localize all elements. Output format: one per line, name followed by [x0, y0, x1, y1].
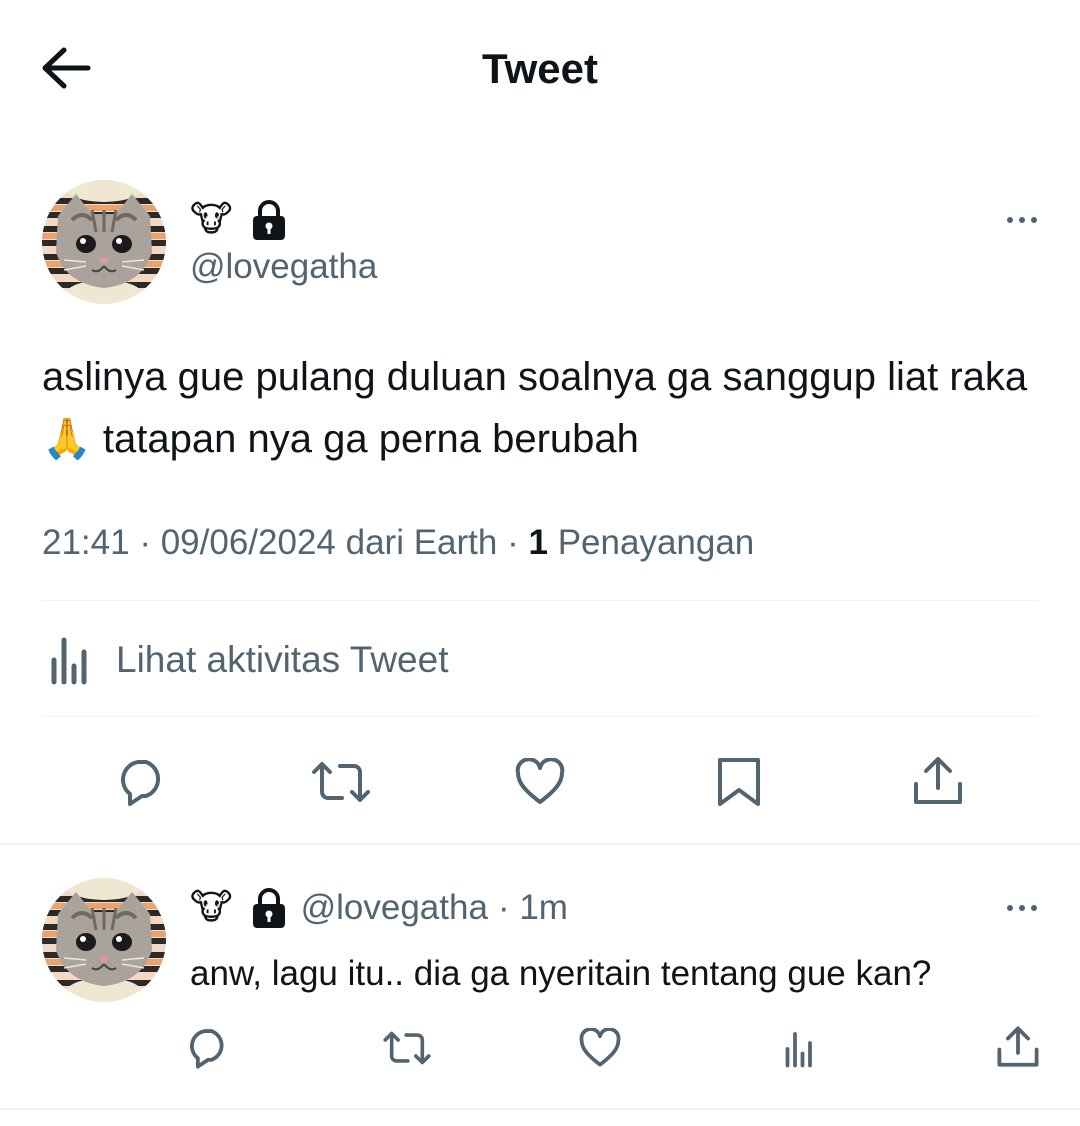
divider: [42, 716, 1038, 717]
tweet-source: dari Earth: [345, 523, 498, 562]
tweet-text: aslinya gue pulang duluan soalnya ga san…: [42, 355, 1028, 461]
page-title: Tweet: [482, 45, 598, 92]
tweet-date[interactable]: 09/06/2024: [161, 523, 336, 562]
lock-icon: [252, 888, 285, 928]
retweet-icon: [383, 1031, 431, 1065]
reply-views-button[interactable]: [778, 1028, 818, 1070]
cow-face-emoji: 🐮: [190, 199, 233, 240]
view-tweet-activity-link[interactable]: Lihat aktivitas Tweet: [42, 630, 449, 690]
retweet-button[interactable]: [310, 758, 372, 806]
analytics-bars-icon: [785, 1032, 812, 1068]
analytics-bars-icon: [51, 637, 87, 685]
reply-author-handle[interactable]: @lovegatha: [301, 888, 488, 928]
cow-face-emoji[interactable]: 🐮: [190, 886, 233, 930]
share-upload-icon: [997, 1026, 1039, 1067]
avatar[interactable]: [42, 180, 166, 304]
views-count: 1: [528, 523, 548, 562]
meta-separator: ·: [507, 523, 519, 562]
more-dots-icon: [1007, 905, 1037, 911]
share-button[interactable]: [912, 754, 964, 808]
bookmark-button[interactable]: [716, 756, 762, 808]
reply-bubble-icon: [121, 760, 161, 806]
reply-author-line: 🐮 @lovegatha · 1m: [190, 886, 568, 930]
reply-avatar[interactable]: [42, 878, 166, 1002]
reply-retweet-button[interactable]: [382, 1028, 432, 1068]
section-divider: [0, 843, 1080, 845]
reply-text: anw, lagu itu.. dia ga nyeritain tentang…: [190, 954, 932, 993]
bookmark-icon: [718, 758, 760, 806]
bottom-divider: [0, 1108, 1080, 1110]
author-name[interactable]: 🐮: [190, 198, 287, 242]
tweet-meta: 21:41 · 09/06/2024 dari Earth · 1 Penaya…: [42, 520, 754, 566]
lock-icon: [252, 200, 285, 240]
meta-separator: ·: [139, 523, 151, 562]
views-label: Penayangan: [557, 523, 755, 562]
retweet-icon: [312, 762, 370, 802]
tweet-time[interactable]: 21:41: [42, 523, 130, 562]
more-options-button[interactable]: [1002, 206, 1042, 234]
reply-timestamp[interactable]: · 1m: [498, 888, 568, 928]
kitten-avatar-image: [42, 180, 166, 304]
reply-more-options-button[interactable]: [1002, 894, 1042, 922]
reply-button[interactable]: [116, 756, 168, 808]
reply-reply-button[interactable]: [186, 1026, 230, 1070]
reply-share-button[interactable]: [996, 1024, 1040, 1070]
like-button[interactable]: [514, 758, 566, 806]
reply-bubble-icon: [190, 1029, 224, 1069]
share-upload-icon: [914, 757, 962, 804]
heart-icon: [579, 1028, 621, 1067]
reply-like-button[interactable]: [578, 1028, 622, 1068]
author-handle[interactable]: @lovegatha: [190, 246, 377, 288]
activity-label: Lihat aktivitas Tweet: [116, 639, 449, 680]
divider: [42, 600, 1038, 601]
more-dots-icon: [1007, 217, 1037, 223]
kitten-avatar-image: [42, 878, 166, 1002]
heart-icon: [515, 758, 565, 804]
